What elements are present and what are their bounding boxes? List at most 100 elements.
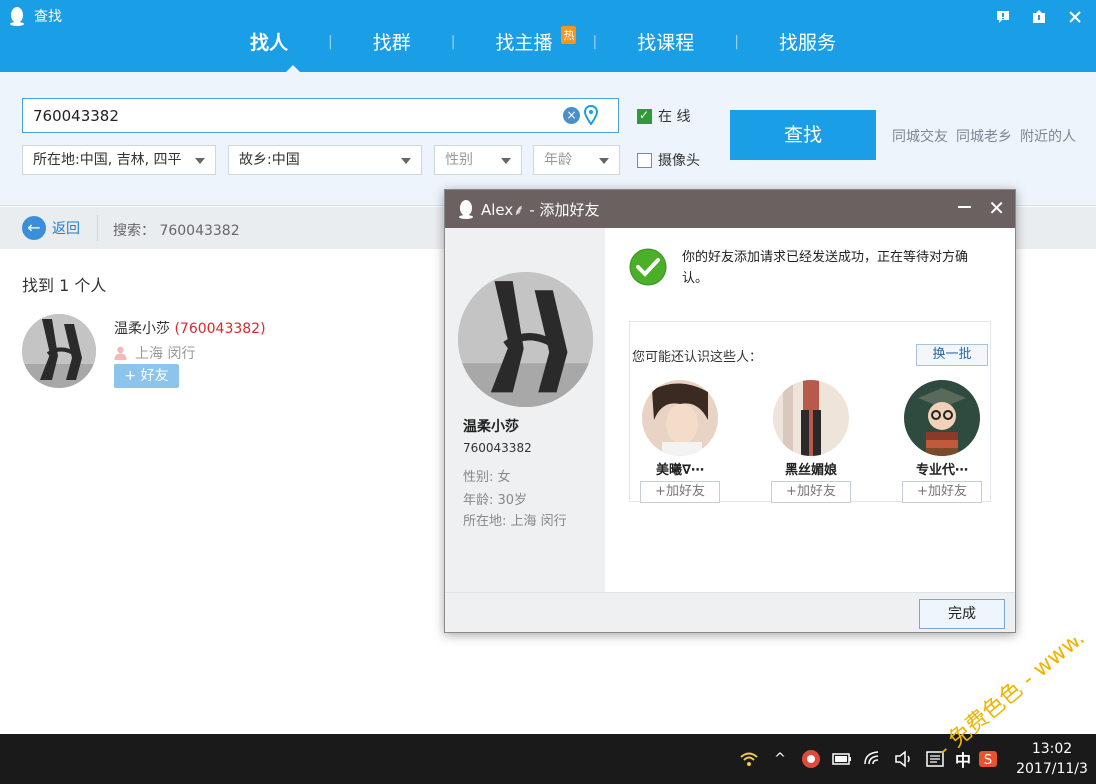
location-pin-icon[interactable] [584,105,598,125]
volume-icon[interactable] [893,748,915,770]
suggestions-title: 您可能还认识这些人： [632,350,763,365]
security-app-icon[interactable] [800,748,822,770]
suggestion-avatar[interactable] [773,380,849,456]
system-tray: ^ 中 S 13:02 2017/11/3 [738,734,1096,784]
arrow-left-icon: ← [22,216,46,240]
clock[interactable]: 13:02 2017/11/3 [1008,739,1096,779]
chevron-down-icon [501,158,511,164]
feedback-icon[interactable] [994,8,1012,26]
suggestion-name: 黑丝媚娘 [784,463,837,478]
result-qq-number: (760043382) [174,321,266,337]
done-button[interactable]: 完成 [919,599,1005,629]
hometown-dropdown-value: 故乡:中国 [239,152,300,168]
nav-separator: | [734,33,739,50]
tab-find-people[interactable]: 找人 [250,28,288,55]
app-title: 查找 [8,6,62,26]
suggestion-name: 专业代⋯ [915,463,968,478]
location-dropdown[interactable]: 所在地:中国, 吉林, 四平 [22,145,216,175]
suggestions-box: 您可能还认识这些人： 换一批 美曦∇⋯ +加好友 黑丝媚娘 +加好友 专业代⋯ … [629,321,991,503]
tab-find-streamers-label: 找主播 [495,32,553,54]
tab-find-services[interactable]: 找服务 [779,28,836,55]
location-dropdown-value: 所在地:中国, 吉林, 四平 [33,152,182,168]
result-location-text: 上海 闵行 [135,346,196,362]
qq-penguin-icon [10,7,24,26]
profile-gender: 性别: 女 [463,470,511,485]
online-checkbox[interactable] [637,108,652,124]
clear-input-icon[interactable]: × [563,107,580,124]
suggestion-card: 黑丝媚娘 +加好友 [771,380,851,503]
suggestion-add-button[interactable]: +加好友 [771,481,851,503]
notification-icon[interactable] [924,748,946,770]
age-dropdown[interactable]: 年龄 [533,145,620,175]
tab-find-courses[interactable]: 找课程 [637,28,694,55]
add-friend-button[interactable]: + 好友 [114,364,179,388]
result-count: 找到 1 个人 [22,276,107,295]
chevron-up-icon[interactable]: ^ [769,748,791,770]
battery-icon[interactable] [831,748,853,770]
result-nickname: 温柔小莎 [114,321,170,337]
suggestion-add-button[interactable]: +加好友 [640,481,720,503]
upload-icon[interactable] [1030,8,1048,26]
camera-checkbox[interactable] [637,152,652,168]
svg-text:S: S [984,753,992,768]
online-checkbox-label: 在 线 [658,109,691,125]
profile-age: 年龄: 30岁 [463,493,528,508]
profile-location: 所在地: 上海 闵行 [463,514,567,529]
profile-panel: 温柔小莎 760043382 性别: 女 年龄: 30岁 所在地: 上海 闵行 [445,228,605,592]
success-message: 你的好友添加请求已经发送成功，正在等待对方确认。 [682,250,969,286]
window-controls [994,8,1084,26]
minimize-icon[interactable] [958,206,971,208]
quick-link-hometown[interactable]: 同城老乡 [956,126,1012,146]
tab-find-groups[interactable]: 找群 [373,28,411,55]
gender-dropdown-value: 性别 [445,152,473,168]
wifi-icon[interactable] [862,748,884,770]
result-location: 上海 闵行 [114,343,195,363]
wifi-hotspot-icon[interactable] [738,748,760,770]
result-name[interactable]: 温柔小莎 (760043382) [114,318,266,338]
dialog-title-bar[interactable]: Alex⸙ - 添加好友 [445,190,1015,228]
quick-link-same-city[interactable]: 同城交友 [892,126,948,146]
back-button[interactable]: ← 返回 [22,216,80,240]
camera-checkbox-label: 摄像头 [658,153,700,169]
suggestion-name: 美曦∇⋯ [655,463,705,478]
sogou-ime-icon[interactable]: S [977,748,999,770]
search-panel: × 所在地:中国, 吉林, 四平 故乡:中国 性别 年龄 在 线 摄像头 查找 … [0,72,1096,206]
quick-link-nearby[interactable]: 附近的人 [1020,126,1076,146]
hot-badge: 热 [561,26,577,44]
suggestion-avatar[interactable] [904,380,980,456]
input-method-indicator[interactable]: 中 [955,747,971,771]
tab-find-streamers[interactable]: 找主播 热 [495,26,577,55]
top-nav-bar: 查找 找人 | 找群 | 找主播 热 | 找课程 | 找服务 [0,0,1096,72]
suggestion-avatar-image [642,380,718,456]
dialog-footer: 完成 [445,592,1015,632]
active-tab-caret [286,65,300,72]
camera-checkbox-row[interactable]: 摄像头 [637,150,700,170]
profile-qq: 760043382 [463,441,532,455]
profile-name: 温柔小莎 [463,419,519,435]
online-checkbox-row[interactable]: 在 线 [637,106,690,126]
dialog-title: Alex⸙ - 添加好友 [481,200,600,219]
close-icon[interactable]: ✕ [988,198,1005,218]
nav-separator: | [328,33,333,50]
profile-avatar-image [458,272,593,407]
close-icon[interactable] [1066,8,1084,26]
suggestion-card: 美曦∇⋯ +加好友 [640,380,720,503]
search-input[interactable] [22,98,619,133]
hometown-dropdown[interactable]: 故乡:中国 [228,145,422,175]
chevron-down-icon [401,158,411,164]
chevron-down-icon [195,158,205,164]
suggestion-avatar[interactable] [642,380,718,456]
quick-links: 同城交友 同城老乡 附近的人 [892,126,1076,146]
person-icon [114,346,127,360]
app-title-text: 查找 [34,9,62,25]
avatar[interactable] [22,314,96,388]
search-button[interactable]: 查找 [730,110,876,160]
suggestion-add-button[interactable]: +加好友 [902,481,982,503]
success-check-icon [629,248,667,286]
refresh-suggestions-button[interactable]: 换一批 [916,344,988,366]
nav-separator: | [592,33,598,50]
gender-dropdown[interactable]: 性别 [434,145,522,175]
search-query-echo: 搜索： 760043382 [113,223,240,239]
suggestion-card: 专业代⋯ +加好友 [902,380,982,503]
nav-separator: | [450,33,456,50]
